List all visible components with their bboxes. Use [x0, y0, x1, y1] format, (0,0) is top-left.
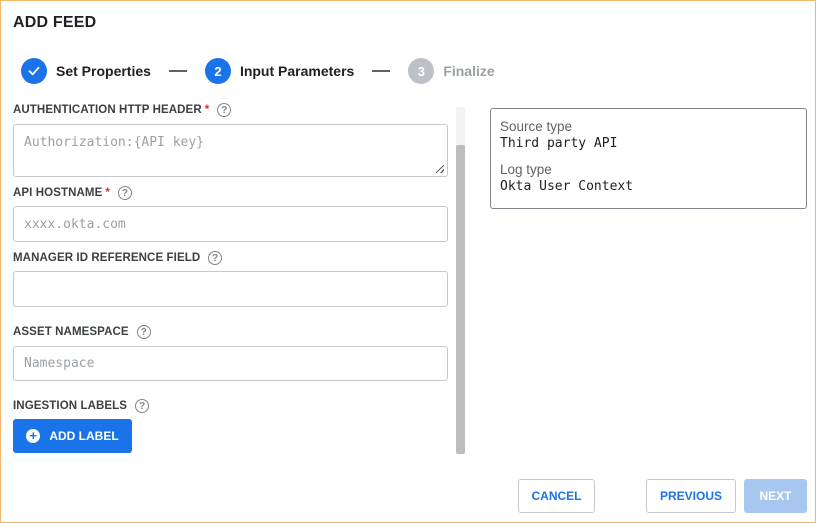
stepper: Set Properties 2 Input Parameters 3 Fina… [21, 58, 495, 84]
cancel-button[interactable]: CANCEL [518, 479, 595, 513]
api-hostname-input[interactable]: xxxx.okta.com [13, 206, 448, 242]
auth-header-placeholder: Authorization:{API key} [24, 135, 205, 150]
step-number: 2 [204, 58, 231, 84]
add-feed-dialog: ADD FEED Set Properties 2 Input Paramete… [0, 0, 816, 523]
api-hostname-label: API HOSTNAME * ? [13, 186, 132, 200]
step-separator [372, 70, 391, 72]
help-icon[interactable]: ? [217, 103, 232, 117]
source-type-value: Third party API [500, 136, 618, 151]
help-icon[interactable]: ? [135, 399, 150, 413]
step-input-parameters[interactable]: 2 Input Parameters [204, 58, 355, 84]
add-label-text: ADD LABEL [49, 429, 119, 443]
add-label-button[interactable]: + ADD LABEL [13, 419, 132, 453]
ingestion-labels-label-text: INGESTION LABELS [13, 400, 128, 412]
next-button[interactable]: NEXT [744, 479, 807, 513]
auth-header-label: AUTHENTICATION HTTP HEADER * ? [13, 103, 232, 117]
help-icon[interactable]: ? [117, 186, 132, 200]
step-separator [168, 70, 187, 72]
api-hostname-placeholder: xxxx.okta.com [24, 216, 126, 232]
help-icon[interactable]: ? [208, 251, 223, 265]
step-label: Finalize [443, 63, 495, 79]
manager-id-label: MANAGER ID REFERENCE FIELD ? [13, 251, 223, 265]
required-marker: * [105, 187, 110, 199]
manager-id-input[interactable] [13, 271, 448, 307]
log-type-key: Log type [500, 162, 552, 177]
source-type-key: Source type [500, 119, 573, 134]
ingestion-labels-label: INGESTION LABELS ? [13, 399, 150, 413]
auth-header-textarea[interactable]: Authorization:{API key} [13, 124, 448, 177]
required-marker: * [204, 104, 210, 116]
previous-button[interactable]: PREVIOUS [646, 479, 736, 513]
feed-summary-panel: Source type Third party API Log type Okt… [490, 108, 807, 209]
step-label: Set Properties [56, 63, 151, 79]
step-label: Input Parameters [239, 63, 355, 79]
scrollbar-thumb[interactable] [456, 145, 465, 454]
step-number: 3 [408, 58, 435, 84]
step-set-properties[interactable]: Set Properties [21, 58, 151, 84]
asset-namespace-label: ASSET NAMESPACE ? [13, 325, 151, 339]
log-type-value: Okta User Context [500, 179, 634, 194]
auth-header-label-text: AUTHENTICATION HTTP HEADER [13, 104, 202, 116]
step-finalize[interactable]: 3 Finalize [408, 58, 495, 84]
dialog-title: ADD FEED [13, 14, 97, 31]
asset-namespace-label-text: ASSET NAMESPACE [13, 326, 129, 338]
plus-circle-icon: + [26, 429, 41, 443]
parameters-form: AUTHENTICATION HTTP HEADER * ? Authoriza… [13, 99, 449, 455]
form-scrollbar[interactable] [456, 107, 465, 454]
help-icon[interactable]: ? [136, 325, 151, 339]
asset-namespace-placeholder: Namespace [24, 356, 95, 371]
api-hostname-label-text: API HOSTNAME [13, 187, 103, 199]
resize-handle-icon[interactable] [436, 165, 444, 173]
asset-namespace-input[interactable]: Namespace [13, 346, 448, 381]
manager-id-label-text: MANAGER ID REFERENCE FIELD [13, 252, 201, 264]
check-icon [21, 58, 47, 84]
